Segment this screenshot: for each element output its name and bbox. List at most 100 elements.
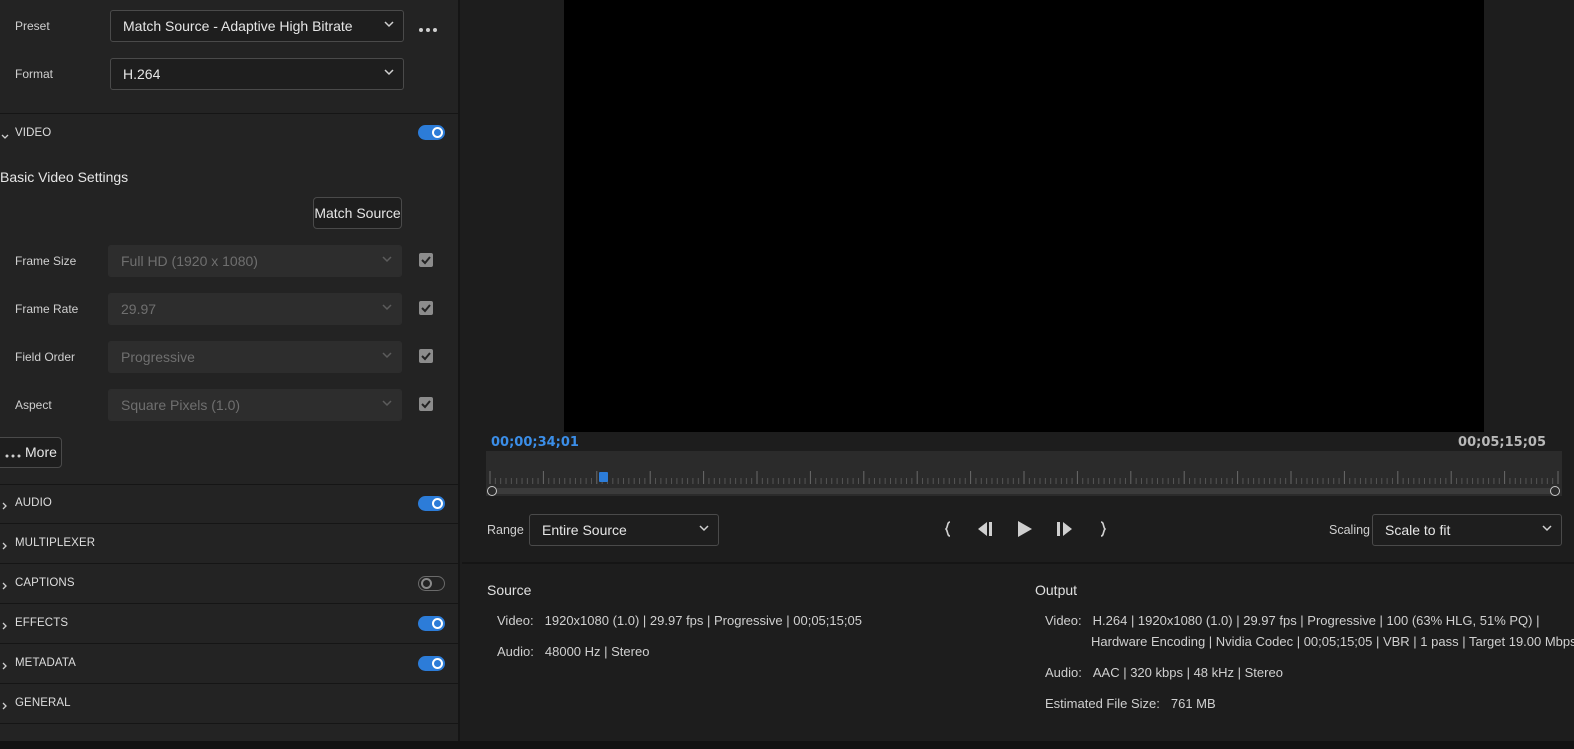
chevron-down-icon — [382, 256, 392, 265]
step-forward-icon[interactable] — [1054, 518, 1076, 540]
source-video-line: Video: 1920x1080 (1.0) | 29.97 fps | Prog… — [497, 613, 862, 628]
divider — [0, 603, 460, 604]
audio-section-label: AUDIO — [15, 497, 52, 509]
chevron-down-icon — [384, 21, 394, 30]
metadata-toggle[interactable] — [418, 656, 445, 671]
divider — [0, 723, 460, 724]
audio-toggle[interactable] — [418, 496, 445, 511]
chevron-down-icon — [384, 69, 394, 78]
playhead[interactable] — [598, 472, 608, 482]
frame-size-label: Frame Size — [15, 254, 77, 268]
preset-dropdown[interactable]: Match Source - Adaptive High Bitrate — [110, 10, 404, 42]
divider — [0, 113, 460, 114]
end-timecode: 00;05;15;05 — [1458, 435, 1546, 450]
metadata-section-label: METADATA — [15, 657, 76, 669]
estimated-file-size-value: 761 MB — [1170, 696, 1216, 711]
chevron-down-icon — [1542, 525, 1552, 534]
source-audio-key: Audio: — [497, 644, 534, 659]
out-point-handle[interactable] — [1550, 486, 1560, 496]
frame-rate-value: 29.97 — [121, 301, 157, 317]
chevron-down-icon — [382, 400, 392, 409]
field-order-value: Progressive — [121, 349, 195, 365]
chevron-right-icon — [1, 578, 9, 590]
divider — [0, 643, 460, 644]
export-settings-panel: Preset Match Source - Adaptive High Bitr… — [0, 0, 460, 743]
estimated-file-size-line: Estimated File Size: 761 MB — [1045, 696, 1216, 711]
output-audio-value: AAC | 320 kbps | 48 kHz | Stereo — [1092, 665, 1283, 680]
preset-value: Match Source - Adaptive High Bitrate — [123, 18, 353, 34]
frame-rate-checkbox[interactable] — [419, 301, 433, 315]
range-value: Entire Source — [542, 522, 627, 538]
range-label: Range — [487, 523, 524, 537]
format-dropdown[interactable]: H.264 — [110, 58, 404, 90]
scaling-dropdown[interactable]: Scale to fit — [1372, 514, 1562, 546]
range-track[interactable] — [491, 488, 1555, 494]
frame-rate-dropdown[interactable]: 29.97 — [108, 293, 402, 325]
chevron-right-icon — [1, 618, 9, 630]
output-video-line: Video: H.264 | 1920x1080 (1.0) | 29.97 fp… — [1045, 613, 1539, 628]
source-video-value: 1920x1080 (1.0) | 29.97 fps | Progressiv… — [544, 613, 862, 628]
source-title: Source — [487, 582, 532, 598]
general-section-label: GENERAL — [15, 697, 71, 709]
source-video-key: Video: — [497, 613, 534, 628]
estimated-file-size-key: Estimated File Size: — [1045, 696, 1160, 711]
chevron-right-icon — [1, 538, 9, 550]
aspect-value: Square Pixels (1.0) — [121, 397, 241, 413]
bottom-bar — [0, 741, 1574, 749]
chevron-down-icon — [382, 304, 392, 313]
step-back-icon[interactable] — [975, 518, 997, 540]
more-button[interactable]: More — [0, 437, 62, 468]
scaling-value: Scale to fit — [1385, 522, 1451, 538]
field-order-label: Field Order — [15, 350, 76, 364]
chevron-down-icon — [1, 128, 9, 139]
format-label: Format — [15, 67, 54, 81]
ellipsis-icon[interactable] — [418, 21, 438, 32]
field-order-checkbox[interactable] — [419, 349, 433, 363]
scaling-label: Scaling — [1329, 523, 1370, 537]
current-timecode[interactable]: 00;00;34;01 — [491, 435, 579, 450]
output-video-value-1: H.264 | 1920x1080 (1.0) | 29.97 fps | Pr… — [1092, 613, 1540, 628]
ellipsis-icon — [5, 439, 21, 468]
output-video-key: Video: — [1045, 613, 1082, 628]
effects-toggle[interactable] — [418, 616, 445, 631]
frame-size-checkbox[interactable] — [419, 253, 433, 267]
aspect-dropdown[interactable]: Square Pixels (1.0) — [108, 389, 402, 421]
aspect-checkbox[interactable] — [419, 397, 433, 411]
play-icon[interactable] — [1014, 518, 1036, 540]
multiplexer-section-label: MULTIPLEXER — [15, 537, 96, 549]
chevron-right-icon — [1, 698, 9, 710]
aspect-label: Aspect — [15, 398, 52, 412]
source-audio-value: 48000 Hz | Stereo — [544, 644, 650, 659]
frame-rate-label: Frame Rate — [15, 302, 79, 316]
effects-section-label: EFFECTS — [15, 617, 69, 629]
output-video-value-2: Hardware Encoding | Nvidia Codec | 00;05… — [1091, 634, 1574, 649]
in-point-handle[interactable] — [487, 486, 497, 496]
video-section-label: VIDEO — [15, 127, 52, 139]
set-in-point-icon[interactable] — [938, 518, 960, 540]
output-title: Output — [1035, 582, 1078, 598]
divider — [0, 523, 460, 524]
output-video-line-2: Hardware Encoding | Nvidia Codec | 00;05… — [1091, 634, 1574, 649]
video-toggle[interactable] — [418, 125, 445, 140]
range-dropdown[interactable]: Entire Source — [529, 514, 719, 546]
source-audio-line: Audio: 48000 Hz | Stereo — [497, 644, 649, 659]
match-source-button[interactable]: Match Source — [313, 197, 402, 229]
chevron-right-icon — [1, 658, 9, 670]
divider — [0, 563, 460, 564]
more-label: More — [25, 444, 57, 460]
output-audio-line: Audio: AAC | 320 kbps | 48 kHz | Stereo — [1045, 665, 1283, 680]
divider — [462, 562, 1574, 564]
field-order-dropdown[interactable]: Progressive — [108, 341, 402, 373]
basic-video-settings-heading: Basic Video Settings — [0, 169, 129, 185]
captions-section-label: CAPTIONS — [15, 577, 75, 589]
output-audio-key: Audio: — [1045, 665, 1082, 680]
format-value: H.264 — [123, 66, 161, 82]
preset-label: Preset — [15, 19, 50, 33]
set-out-point-icon[interactable] — [1093, 518, 1115, 540]
captions-toggle[interactable] — [418, 576, 445, 591]
frame-size-dropdown[interactable]: Full HD (1920 x 1080) — [108, 245, 402, 277]
frame-size-value: Full HD (1920 x 1080) — [121, 253, 258, 269]
chevron-down-icon — [382, 352, 392, 361]
chevron-right-icon — [1, 498, 9, 510]
divider — [0, 484, 460, 485]
